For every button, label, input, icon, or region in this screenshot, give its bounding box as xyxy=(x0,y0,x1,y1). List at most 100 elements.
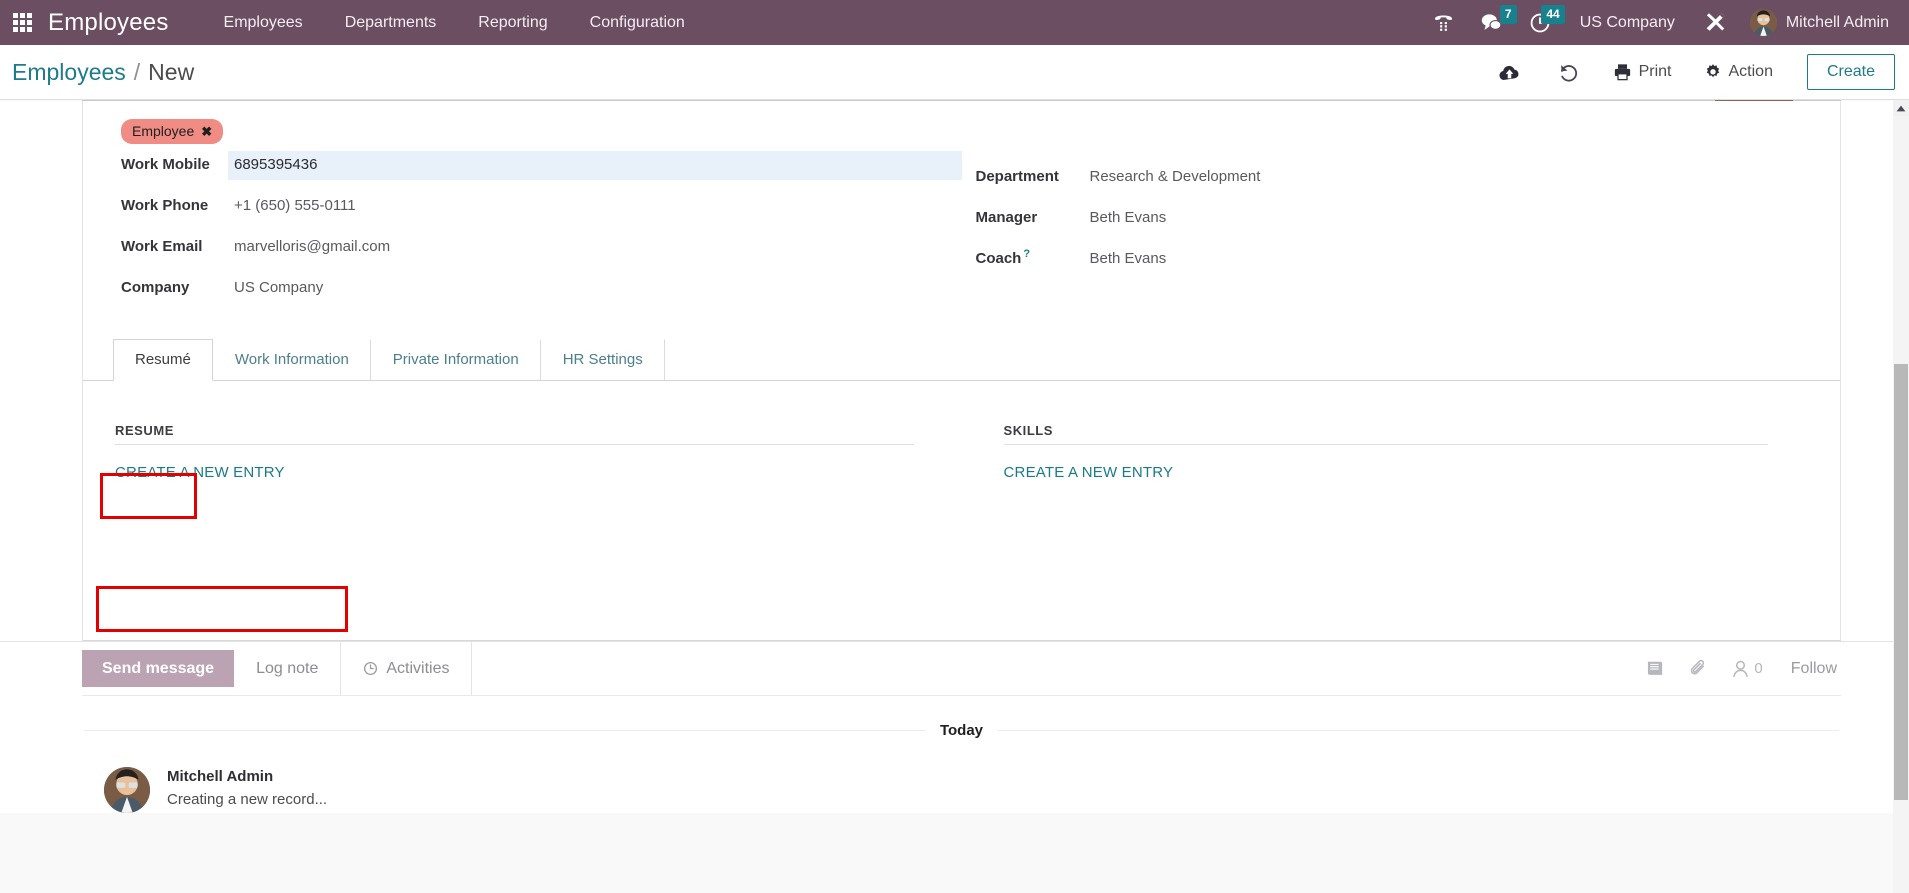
breadcrumb-current: New xyxy=(148,58,195,85)
messages-button[interactable]: 7 xyxy=(1467,0,1517,45)
form-sheet-wrapper: Employee ✖ Work Mobile 6895395436 Work P… xyxy=(0,101,1893,641)
activities-label: Activities xyxy=(386,659,450,677)
activities-button[interactable]: 44 xyxy=(1516,0,1565,45)
field-coach: Coach? Beth Evans xyxy=(976,245,1811,286)
activities-count-badge: 44 xyxy=(1541,5,1565,24)
field-work-email: Work Email marvelloris@gmail.com xyxy=(113,233,962,274)
systray: 7 44 US Company Mitchell Admin xyxy=(1420,0,1909,45)
tab-resume[interactable]: Resumé xyxy=(113,339,213,381)
company-switcher[interactable]: US Company xyxy=(1564,0,1691,45)
tab-hr-settings[interactable]: HR Settings xyxy=(541,339,665,381)
field-label-department: Department xyxy=(975,168,1059,185)
tag-label: Employee xyxy=(132,123,195,139)
breadcrumb: Employees / New xyxy=(12,59,194,86)
form-viewport: Employee ✖ Work Mobile 6895395436 Work P… xyxy=(0,100,1909,893)
followers-button[interactable]: 0 xyxy=(1732,660,1763,678)
field-department: Department Research & Development xyxy=(976,163,1811,204)
followers-count: 0 xyxy=(1754,660,1763,677)
coach-help-icon[interactable]: ? xyxy=(1023,248,1030,260)
form-left-column: Employee ✖ Work Mobile 6895395436 Work P… xyxy=(113,119,962,315)
control-panel-actions: Print Action Create xyxy=(1480,53,1895,91)
create-button[interactable]: Create xyxy=(1806,54,1895,90)
activities-button-chatter[interactable]: Activities xyxy=(340,642,473,695)
tag-employee[interactable]: Employee ✖ xyxy=(121,119,224,144)
follow-button[interactable]: Follow xyxy=(1787,660,1837,678)
user-menu-button[interactable]: Mitchell Admin xyxy=(1740,0,1897,45)
message-item: Mitchell Admin Creating a new record... xyxy=(82,739,1841,813)
tab-private-information[interactable]: Private Information xyxy=(371,339,541,381)
menu-item-configuration[interactable]: Configuration xyxy=(569,0,706,45)
field-company: Company US Company xyxy=(113,274,962,315)
message-body: Mitchell Admin Creating a new record... xyxy=(167,767,327,813)
field-label-coach: Coach? xyxy=(976,248,1084,267)
breadcrumb-root-link[interactable]: Employees xyxy=(12,59,126,86)
menu-item-employees[interactable]: Employees xyxy=(203,0,324,45)
field-work-mobile: Work Mobile 6895395436 xyxy=(113,151,962,192)
scrollbar-thumb[interactable] xyxy=(1894,364,1908,800)
tab-work-information[interactable]: Work Information xyxy=(213,339,371,381)
cloud-upload-icon xyxy=(1499,65,1519,80)
remove-tag-x-icon[interactable]: ✖ xyxy=(201,125,212,138)
messages-count-badge: 7 xyxy=(1499,5,1517,24)
coach-label-text: Coach xyxy=(975,250,1022,267)
skills-section-title: SKILLS xyxy=(1003,423,1768,445)
app-brand-title: Employees xyxy=(48,8,169,36)
breadcrumb-separator: / xyxy=(133,58,141,85)
user-avatar xyxy=(1749,9,1777,36)
department-input[interactable]: Research & Development xyxy=(1084,163,1811,191)
day-separator-line-left xyxy=(84,730,926,731)
chatter-inner: Send message Log note Activities 0 Follo… xyxy=(82,642,1841,813)
chevron-up-icon xyxy=(1896,105,1906,111)
chatter-composer-bar: Send message Log note Activities 0 Follo… xyxy=(82,642,1841,696)
log-note-button[interactable]: Log note xyxy=(234,642,340,695)
send-message-button[interactable]: Send message xyxy=(82,650,235,687)
company-input[interactable]: US Company xyxy=(228,274,962,302)
skills-create-entry-link[interactable]: CREATE A NEW ENTRY xyxy=(1004,464,1174,481)
attachments-button[interactable] xyxy=(1689,659,1708,678)
undo-icon xyxy=(1560,64,1577,82)
save-record-button[interactable] xyxy=(1480,53,1539,91)
action-button[interactable]: Action xyxy=(1688,53,1789,91)
vertical-scrollbar[interactable] xyxy=(1893,100,1909,893)
chatter: Send message Log note Activities 0 Follo… xyxy=(0,641,1893,813)
print-label: Print xyxy=(1638,63,1672,80)
day-label: Today xyxy=(939,722,984,739)
resume-section-title: RESUME xyxy=(115,423,914,445)
message-thread: Today Mitchell Admin Creating a new reco… xyxy=(82,696,1841,813)
menu-item-departments[interactable]: Departments xyxy=(324,0,458,45)
manager-input[interactable]: Beth Evans xyxy=(1084,204,1811,232)
log-book-button[interactable] xyxy=(1646,660,1665,677)
wrench-tools-icon xyxy=(1706,13,1725,31)
top-navbar: Employees Employees Departments Reportin… xyxy=(0,0,1909,45)
scrollbar-track[interactable] xyxy=(1893,116,1909,893)
scrollbar-up-arrow[interactable] xyxy=(1893,100,1909,116)
resume-create-entry-link[interactable]: CREATE A NEW ENTRY xyxy=(115,464,285,481)
voip-dialpad-button[interactable] xyxy=(1420,0,1467,45)
form-right-column: Department Research & Development Manage… xyxy=(962,119,1811,315)
gear-icon xyxy=(1706,64,1719,78)
work-mobile-input[interactable]: 6895395436 xyxy=(228,151,962,180)
print-button[interactable]: Print xyxy=(1597,53,1688,91)
resume-section: RESUME CREATE A NEW ENTRY xyxy=(115,423,962,482)
work-phone-input[interactable]: +1 (650) 555-0111 xyxy=(228,192,962,220)
user-name-label: Mitchell Admin xyxy=(1785,13,1889,31)
clock-icon xyxy=(364,661,378,676)
day-separator: Today xyxy=(82,722,1841,739)
field-manager: Manager Beth Evans xyxy=(976,204,1811,245)
field-work-phone: Work Phone +1 (650) 555-0111 xyxy=(113,192,962,233)
paperclip-icon xyxy=(1691,659,1705,675)
message-author-avatar xyxy=(104,767,150,813)
notebook-tabs: Resumé Work Information Private Informat… xyxy=(83,339,1840,381)
person-icon xyxy=(1733,660,1749,677)
notebook: Resumé Work Information Private Informat… xyxy=(83,339,1840,482)
field-label-company: Company xyxy=(121,279,190,296)
message-text: Creating a new record... xyxy=(167,791,328,808)
coach-input[interactable]: Beth Evans xyxy=(1084,245,1811,273)
discard-changes-button[interactable] xyxy=(1539,53,1597,91)
apps-menu-button[interactable] xyxy=(0,0,44,45)
menu-item-reporting[interactable]: Reporting xyxy=(457,0,568,45)
work-email-input[interactable]: marvelloris@gmail.com xyxy=(228,233,962,261)
field-label-work-mobile: Work Mobile xyxy=(121,156,210,173)
resume-tab-pane: RESUME CREATE A NEW ENTRY SKILLS CREATE … xyxy=(83,381,1840,482)
developer-tools-button[interactable] xyxy=(1691,0,1740,45)
